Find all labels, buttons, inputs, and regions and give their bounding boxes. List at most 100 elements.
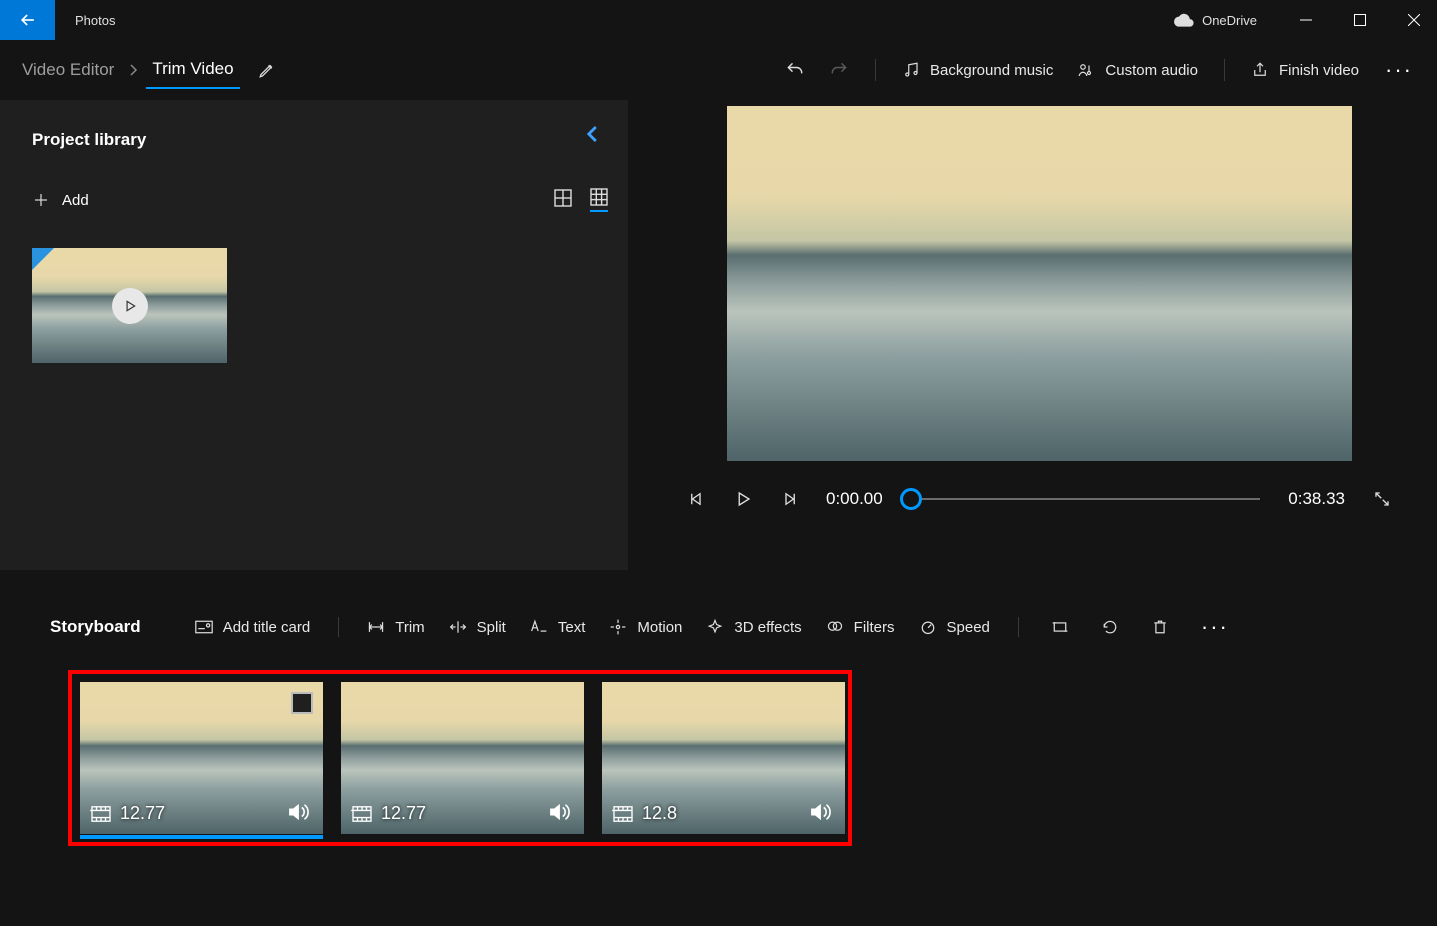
- clip-duration: 12.77: [120, 803, 165, 824]
- breadcrumb-root[interactable]: Video Editor: [16, 52, 120, 88]
- resize-button[interactable]: [1037, 612, 1083, 642]
- speed-button[interactable]: Speed: [909, 612, 1000, 642]
- toolbar-more-button[interactable]: ···: [1371, 57, 1427, 83]
- clip-volume-button[interactable]: [287, 802, 311, 822]
- finish-video-button[interactable]: Finish video: [1239, 53, 1371, 87]
- storyboard-more-button[interactable]: ···: [1187, 614, 1243, 640]
- add-title-card-button[interactable]: Add title card: [185, 613, 321, 642]
- plus-icon: [32, 191, 50, 209]
- next-frame-button[interactable]: [780, 490, 798, 508]
- library-clip-thumbnail[interactable]: [32, 248, 227, 363]
- separator: [1224, 59, 1225, 81]
- video-preview[interactable]: [727, 106, 1352, 461]
- trim-label: Trim: [395, 619, 424, 636]
- storyboard-clips: 12.77 12.77 12.8: [80, 682, 840, 834]
- trim-button[interactable]: Trim: [357, 613, 434, 642]
- onedrive-label: OneDrive: [1202, 13, 1257, 28]
- undo-icon: [785, 60, 805, 80]
- skip-forward-icon: [780, 490, 798, 508]
- cloud-icon: [1174, 13, 1194, 27]
- pencil-icon: [258, 61, 276, 79]
- separator: [338, 617, 339, 637]
- speed-icon: [919, 618, 937, 636]
- fold-corner-icon: [32, 248, 54, 270]
- text-button[interactable]: Text: [520, 613, 596, 642]
- export-icon: [1251, 61, 1269, 79]
- fullscreen-button[interactable]: [1373, 490, 1391, 508]
- title-card-icon: [195, 620, 213, 634]
- preview-panel: 0:00.00 0:38.33: [678, 100, 1401, 570]
- finish-video-label: Finish video: [1279, 62, 1359, 79]
- redo-icon: [829, 60, 849, 80]
- rotate-button[interactable]: [1087, 612, 1133, 642]
- storyboard-title: Storyboard: [50, 617, 141, 637]
- filters-label: Filters: [854, 619, 895, 636]
- clip-volume-button[interactable]: [809, 802, 833, 822]
- custom-audio-label: Custom audio: [1105, 62, 1198, 79]
- text-icon: [530, 619, 548, 635]
- clip-duration: 12.8: [642, 803, 677, 824]
- separator: [1018, 617, 1019, 637]
- skip-back-icon: [688, 490, 706, 508]
- background-music-label: Background music: [930, 62, 1053, 79]
- view-small-button[interactable]: [590, 188, 608, 212]
- app-title: Photos: [75, 13, 115, 28]
- arrow-left-icon: [18, 10, 38, 30]
- storyboard-clip[interactable]: 12.8: [602, 682, 845, 834]
- storyboard-clips-highlight: 12.77 12.77 12.8: [68, 670, 852, 846]
- view-large-button[interactable]: [554, 189, 572, 211]
- audio-user-icon: [1077, 61, 1095, 79]
- filters-button[interactable]: Filters: [816, 612, 905, 642]
- redo-button[interactable]: [817, 52, 861, 88]
- add-title-card-label: Add title card: [223, 619, 311, 636]
- clip-progress: [80, 835, 323, 839]
- back-button[interactable]: [0, 0, 55, 40]
- play-icon: [734, 490, 752, 508]
- filmstrip-icon: [612, 805, 634, 823]
- fullscreen-icon: [1373, 490, 1391, 508]
- window-minimize-button[interactable]: [1283, 0, 1329, 40]
- split-icon: [449, 620, 467, 634]
- undo-button[interactable]: [773, 52, 817, 88]
- player-controls: 0:00.00 0:38.33: [678, 489, 1401, 509]
- window-maximize-button[interactable]: [1337, 0, 1383, 40]
- 3d-effects-label: 3D effects: [734, 619, 801, 636]
- play-overlay: [112, 288, 148, 324]
- onedrive-status[interactable]: OneDrive: [1174, 13, 1257, 28]
- collapse-library-button[interactable]: [586, 124, 600, 144]
- project-library-title: Project library: [32, 130, 608, 150]
- rename-button[interactable]: [258, 61, 276, 79]
- play-button[interactable]: [734, 490, 752, 508]
- custom-audio-button[interactable]: Custom audio: [1065, 53, 1210, 87]
- add-media-button[interactable]: Add: [32, 191, 89, 209]
- text-label: Text: [558, 619, 586, 636]
- 3d-effects-button[interactable]: 3D effects: [696, 612, 811, 642]
- chevron-left-icon: [586, 124, 600, 144]
- delete-clip-button[interactable]: [1137, 612, 1183, 642]
- split-button[interactable]: Split: [439, 613, 516, 642]
- window-close-button[interactable]: [1391, 0, 1437, 40]
- breadcrumb-current[interactable]: Trim Video: [146, 51, 239, 89]
- sparkle-icon: [706, 618, 724, 636]
- storyboard-clip[interactable]: 12.77: [80, 682, 323, 834]
- rotate-icon: [1101, 618, 1119, 636]
- storyboard-clip[interactable]: 12.77: [341, 682, 584, 834]
- filmstrip-icon: [90, 805, 112, 823]
- clip-volume-button[interactable]: [548, 802, 572, 822]
- crop-icon: [1051, 618, 1069, 636]
- close-icon: [1408, 14, 1420, 26]
- minimize-icon: [1300, 14, 1312, 26]
- seek-slider[interactable]: [911, 489, 1261, 509]
- grid-large-icon: [554, 189, 572, 207]
- trash-icon: [1151, 618, 1169, 636]
- play-icon: [123, 299, 137, 313]
- motion-button[interactable]: Motion: [599, 612, 692, 642]
- motion-icon: [609, 618, 627, 636]
- clip-checkbox[interactable]: [291, 692, 313, 714]
- title-bar: Photos OneDrive: [0, 0, 1437, 40]
- motion-label: Motion: [637, 619, 682, 636]
- grid-small-icon: [590, 188, 608, 206]
- prev-frame-button[interactable]: [688, 490, 706, 508]
- add-label: Add: [62, 192, 89, 209]
- background-music-button[interactable]: Background music: [890, 53, 1065, 87]
